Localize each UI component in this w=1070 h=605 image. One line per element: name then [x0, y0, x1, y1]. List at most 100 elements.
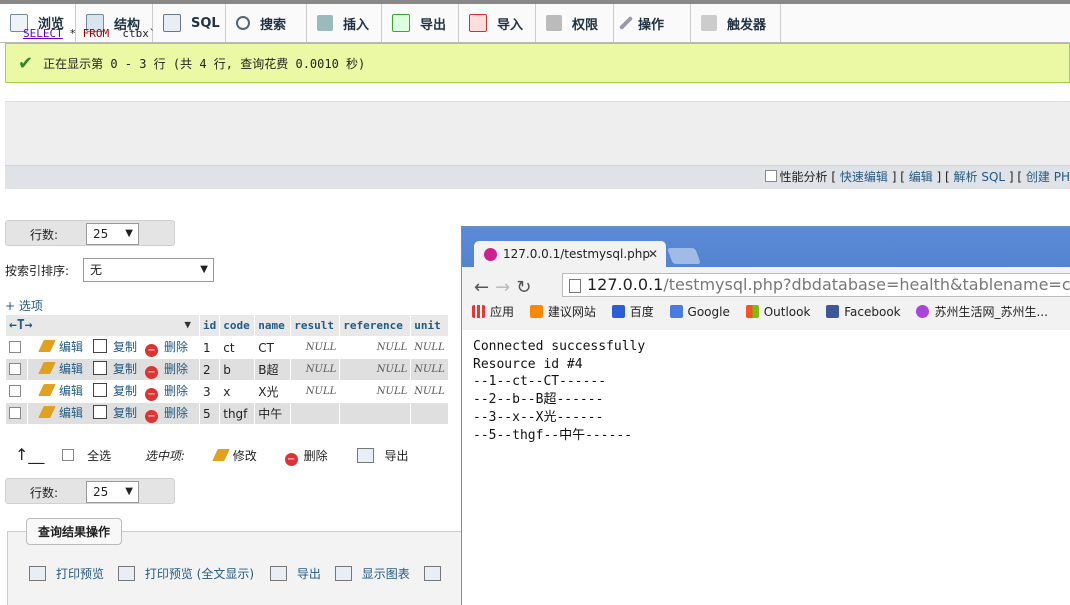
table-row: 编辑 复制 − 删除 5 thgf 中午: [5, 402, 449, 425]
row-actions: 编辑 复制 − 删除: [27, 380, 200, 403]
tab-search[interactable]: 搜索: [226, 4, 307, 42]
column-controls: ←T→ ▼: [5, 314, 200, 337]
triggers-icon: [701, 15, 717, 31]
tab-privileges[interactable]: 权限: [536, 4, 614, 42]
success-message: ✔ 正在显示第 0 - 3 行 (共 4 行, 查询花费 0.0010 秒): [5, 43, 1070, 83]
cell-unit: NULL: [410, 380, 449, 403]
sort-by-index-select[interactable]: 无 ▼: [83, 258, 214, 282]
row-checkbox[interactable]: [9, 340, 21, 353]
back-icon[interactable]: ←: [474, 277, 495, 298]
column-header-name[interactable]: name: [254, 314, 292, 337]
row-checkbox[interactable]: [9, 362, 21, 375]
column-header-unit[interactable]: unit: [410, 314, 449, 337]
select-all-checkbox[interactable]: [62, 449, 75, 461]
cell-unit: NULL: [410, 358, 449, 381]
pencil-icon: [38, 340, 56, 352]
tab-operations[interactable]: 操作: [614, 4, 691, 42]
rows-bar-bottom: 行数: 25 ▼: [5, 478, 175, 504]
address-bar[interactable]: 127.0.0.1/testmysql.php?dbdatabase=healt…: [562, 273, 1070, 297]
bulk-delete-button[interactable]: 删除: [304, 449, 328, 463]
create-php-link[interactable]: 创建 PH: [1026, 170, 1070, 184]
copy-link[interactable]: 复制: [113, 362, 137, 376]
tab-insert[interactable]: 插入: [307, 4, 382, 42]
forward-icon[interactable]: →: [495, 277, 516, 298]
delete-link[interactable]: 删除: [164, 406, 188, 420]
edit-link[interactable]: 编辑: [59, 384, 83, 398]
bookmark-facebook[interactable]: Facebook: [826, 305, 901, 319]
sort-by-index-label: 按索引排序:: [5, 264, 70, 278]
bookmark-suggested[interactable]: 建议网站: [529, 303, 596, 320]
cell-name: X光: [254, 380, 292, 403]
rows-select-top[interactable]: 25 ▼: [86, 223, 139, 245]
tab-export[interactable]: 导出: [382, 4, 459, 42]
copy-icon: [93, 405, 108, 419]
bookmark-suzhou[interactable]: 苏州生活网_苏州生...: [916, 303, 1048, 320]
tab-sql[interactable]: SQL: [153, 4, 226, 42]
bookmark-label: 建议网站: [547, 305, 596, 319]
google-icon: [669, 305, 683, 318]
copy-link[interactable]: 复制: [113, 340, 137, 354]
move-columns-icon[interactable]: ←T→: [9, 318, 32, 333]
rows-label: 行数:: [30, 486, 59, 500]
inline-edit-link[interactable]: 快速编辑: [840, 170, 888, 184]
export-icon: [269, 566, 287, 581]
row-checkbox-cell: [5, 336, 28, 359]
copy-link[interactable]: 复制: [113, 384, 137, 398]
bulk-edit-button[interactable]: 修改: [233, 449, 257, 463]
bookmark-google[interactable]: Google: [669, 305, 730, 319]
copy-link[interactable]: 复制: [113, 406, 137, 420]
browser-tab[interactable]: 127.0.0.1/testmysql.php ✕: [474, 241, 666, 267]
tab-import[interactable]: 导入: [459, 4, 536, 42]
chevron-down-icon: ▼: [200, 264, 208, 275]
chevron-down-icon: ▼: [125, 486, 133, 497]
copy-icon: [93, 361, 108, 375]
cell-unit: NULL: [410, 336, 449, 359]
bulk-export-button[interactable]: 导出: [384, 449, 408, 463]
favicon-icon: [484, 247, 497, 261]
column-header-reference[interactable]: reference: [339, 314, 412, 337]
table-row: 编辑 复制 − 删除 1 ct CT NULL NULL NULL: [5, 336, 449, 359]
sql-query-text: SELECT * FROM `ctbx`: [23, 27, 155, 40]
print-view-link[interactable]: 打印预览: [56, 567, 104, 581]
table-tabs-bar: 浏览 结构 SQL 搜索 插入 导出 导入 权限 操作 触发器: [0, 0, 1070, 43]
edit-link[interactable]: 编辑: [59, 406, 83, 420]
column-header-result[interactable]: result: [290, 314, 341, 337]
results-export-link[interactable]: 导出: [297, 567, 321, 581]
profiling-checkbox[interactable]: [764, 170, 777, 182]
cell-id: 5: [198, 402, 221, 425]
edit-sql-link[interactable]: 编辑: [909, 170, 933, 184]
close-icon[interactable]: ✕: [648, 247, 658, 261]
explain-sql-link[interactable]: 解析 SQL: [954, 170, 1006, 184]
edit-link[interactable]: 编辑: [59, 340, 83, 354]
chevron-down-icon[interactable]: ▼: [184, 318, 191, 331]
column-header-id[interactable]: id: [198, 314, 221, 337]
sql-star: *: [62, 27, 83, 40]
rows-select-bottom[interactable]: 25 ▼: [86, 481, 139, 503]
sql-keyword-select[interactable]: SELECT: [23, 27, 63, 40]
row-checkbox[interactable]: [9, 384, 21, 397]
bookmark-baidu[interactable]: 百度: [611, 303, 654, 320]
print-view-full-link[interactable]: 打印预览 (全文显示): [145, 567, 254, 581]
bookmark-apps[interactable]: 应用: [472, 303, 514, 320]
delete-icon: −: [145, 388, 159, 401]
edit-link[interactable]: 编辑: [59, 362, 83, 376]
display-chart-link[interactable]: 显示图表: [362, 567, 410, 581]
bookmark-outlook[interactable]: Outlook: [745, 305, 810, 319]
tab-triggers[interactable]: 触发器: [691, 4, 781, 42]
pencil-icon: [38, 406, 56, 418]
options-link[interactable]: + 选项: [5, 297, 43, 314]
row-checkbox[interactable]: [9, 406, 21, 419]
operations-icon: [618, 15, 634, 31]
delete-link[interactable]: 删除: [164, 362, 188, 376]
column-header-code[interactable]: code: [219, 314, 256, 337]
select-all-label[interactable]: 全选: [87, 449, 111, 463]
browser-nav: ←→↻: [474, 277, 537, 298]
reload-icon[interactable]: ↻: [516, 277, 537, 298]
cell-name: 中午: [254, 402, 292, 425]
delete-link[interactable]: 删除: [164, 340, 188, 354]
output-line: --1--ct--CT------: [473, 374, 607, 390]
bookmark-label: 应用: [490, 305, 515, 319]
chevron-down-icon: ▼: [125, 228, 133, 239]
new-tab-button[interactable]: [667, 248, 701, 264]
delete-link[interactable]: 删除: [164, 384, 188, 398]
